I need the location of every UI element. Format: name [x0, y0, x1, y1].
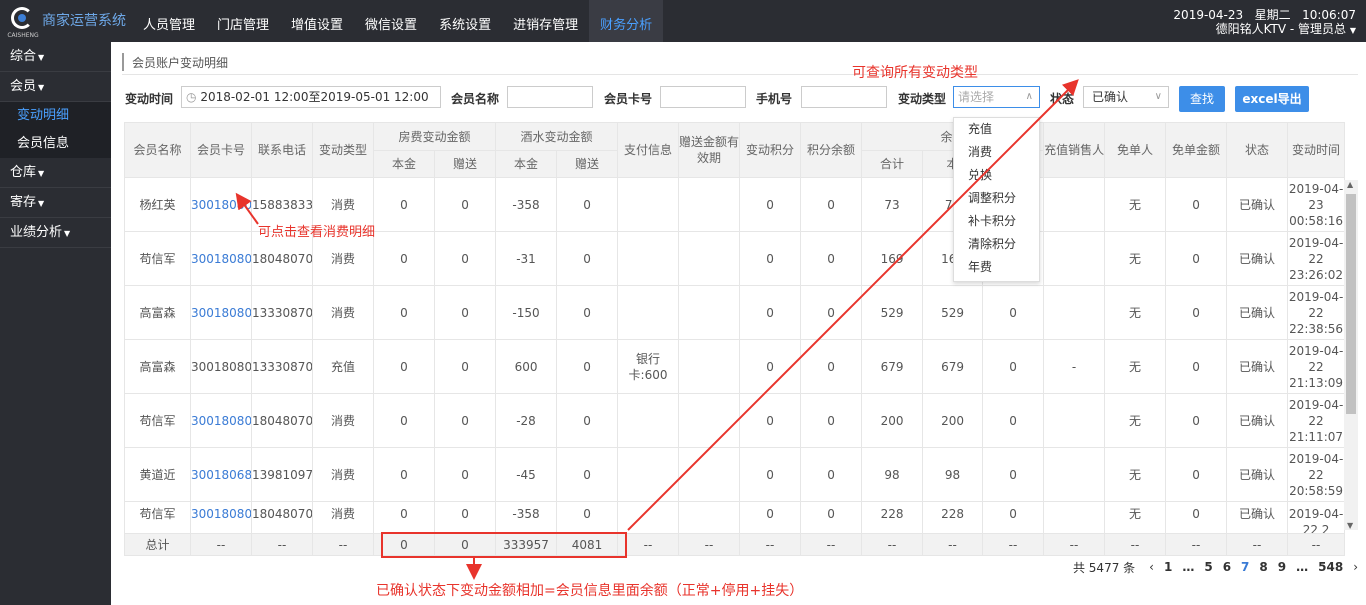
annotation-query-types: 可查询所有变动类型 [852, 65, 978, 81]
annotation-click-detail: 可点击查看消费明细 [258, 225, 376, 240]
highlight-box [381, 532, 627, 558]
annotation-sum-note: 已确认状态下变动金额相加=会员信息里面余额（正常+停用+挂失） [376, 583, 804, 599]
annotation-arrows [235, 79, 1079, 580]
arrow-to-type-filter [627, 79, 1079, 531]
arrow-to-card-link [235, 192, 259, 225]
